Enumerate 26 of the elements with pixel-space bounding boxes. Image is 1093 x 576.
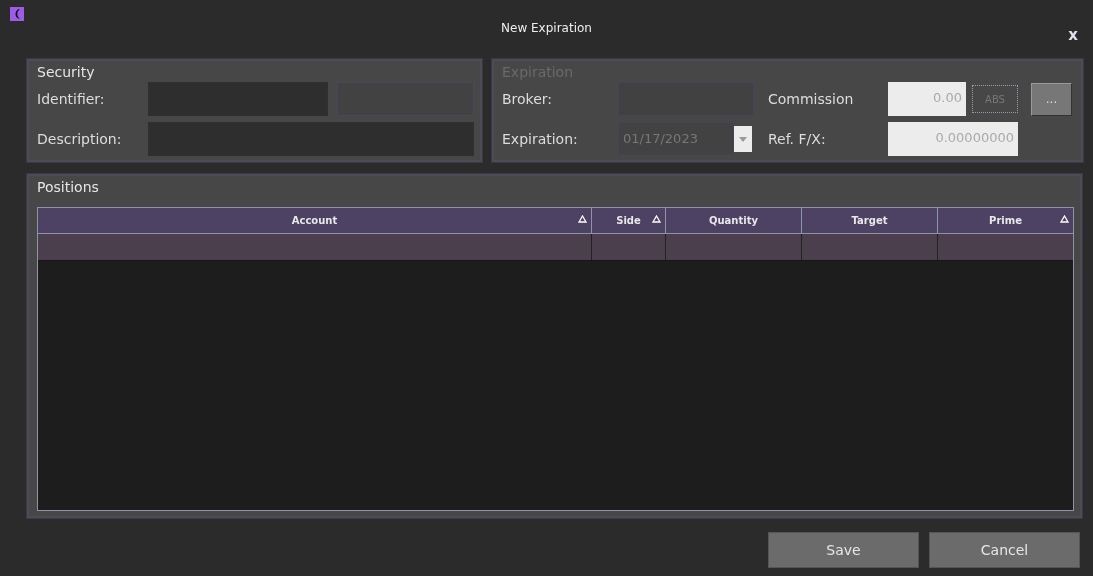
broker-field[interactable]: [618, 82, 754, 116]
dropdown-button[interactable]: [734, 126, 752, 152]
caret-icon: [739, 136, 747, 142]
sort-icon: [1060, 215, 1069, 223]
column-header[interactable]: Quantity: [666, 208, 802, 233]
field-label: Identifier:: [37, 91, 106, 107]
description-field[interactable]: [148, 122, 474, 156]
window-title: New Expiration: [501, 21, 592, 35]
column-header[interactable]: Prime: [938, 208, 1073, 233]
sort-icon: [578, 215, 587, 223]
dialog-button[interactable]: Cancel: [929, 532, 1080, 568]
field-label: Description:: [37, 131, 123, 147]
identifier-field[interactable]: [148, 82, 328, 116]
group-title: Security: [37, 63, 95, 82]
field-label: Ref. F/X:: [768, 131, 827, 147]
group-title: Positions: [37, 178, 99, 197]
field-label: Expiration:: [502, 131, 579, 147]
sort-icon: [652, 215, 661, 223]
logo-icon: [10, 7, 24, 21]
field-label: Broker:: [502, 91, 554, 107]
close-button[interactable]: x: [1068, 26, 1078, 44]
field-label: Commission: [768, 91, 855, 107]
dialog-button[interactable]: Save: [768, 532, 919, 568]
column-header[interactable]: Account: [38, 208, 592, 233]
column-header[interactable]: Side: [592, 208, 666, 233]
column-header[interactable]: Target: [802, 208, 938, 233]
